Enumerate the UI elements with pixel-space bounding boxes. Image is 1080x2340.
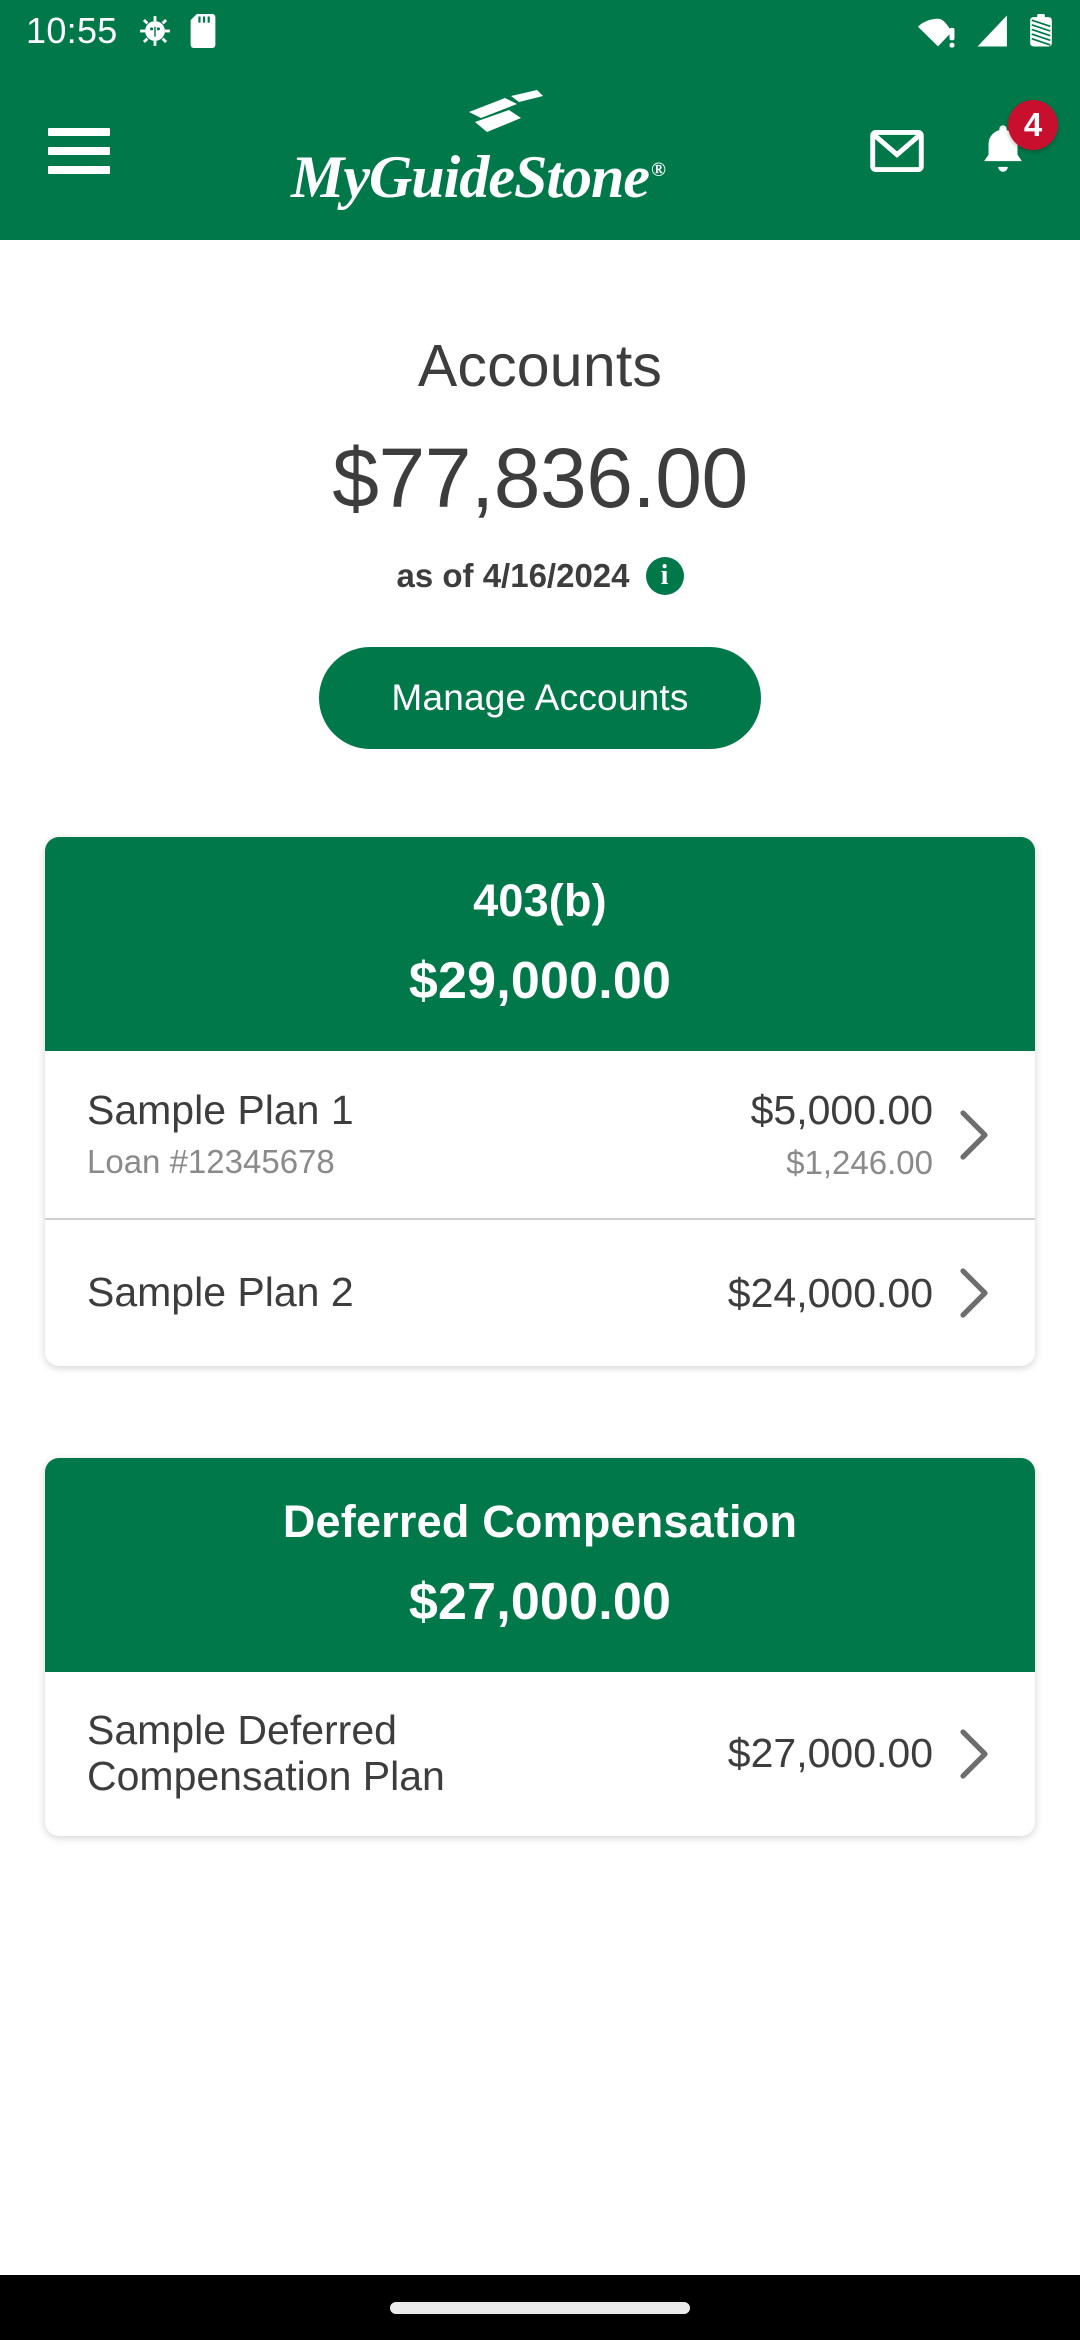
total-balance: $77,836.00 [332, 431, 748, 525]
status-bar-right-icons [918, 14, 1054, 48]
status-bar-clock: 10:55 [26, 10, 118, 51]
info-icon[interactable]: i [645, 557, 684, 595]
account-group-plan-list: Sample Plan 1 Loan #12345678 $5,000.00 $… [45, 1051, 1035, 1366]
account-group-title: 403(b) [473, 875, 607, 926]
account-group-title: Deferred Compensation [282, 1496, 798, 1547]
mail-icon[interactable] [866, 120, 928, 182]
account-group-card: Deferred Compensation $27,000.00 Sample … [45, 1458, 1035, 1836]
plan-balance: $5,000.00 [750, 1087, 933, 1133]
plan-row-labels: Sample Plan 2 [87, 1269, 354, 1316]
chevron-right-icon[interactable] [957, 1726, 993, 1782]
as-of-label: as of 4/16/2024 [396, 557, 630, 594]
chevron-right-icon[interactable] [957, 1107, 993, 1163]
plan-row[interactable]: Sample Plan 2 $24,000.00 [45, 1218, 1035, 1366]
sd-card-icon [190, 14, 216, 48]
account-group-amount: $27,000.00 [408, 1573, 672, 1631]
guidestone-stones-logo [413, 90, 543, 149]
notification-badge: 4 [1008, 99, 1058, 150]
registered-mark: ® [651, 159, 666, 181]
manage-accounts-button[interactable]: Manage Accounts [319, 647, 761, 749]
app-bar-actions: 4 [866, 99, 1058, 185]
plan-amount-stack: $24,000.00 [728, 1270, 933, 1317]
plan-row[interactable]: Sample Plan 1 Loan #12345678 $5,000.00 $… [45, 1051, 1035, 1218]
plan-name: Sample Plan 2 [87, 1269, 354, 1316]
as-of-row: as of 4/16/2024 i [0, 557, 1080, 595]
plan-row-values: $5,000.00 $1,246.00 [751, 1087, 993, 1182]
plan-row-values: $24,000.00 [728, 1265, 993, 1321]
android-debug-icon [138, 14, 172, 48]
home-indicator-pill[interactable] [390, 2301, 690, 2314]
plan-amount-stack: $27,000.00 [728, 1730, 933, 1777]
wifi-warning-icon [918, 14, 958, 48]
notifications-button[interactable]: 4 [974, 99, 1058, 185]
plan-name: Sample Deferred Compensation Plan [87, 1707, 445, 1799]
chevron-right-icon[interactable] [957, 1265, 993, 1321]
account-group-amount: $29,000.00 [408, 952, 672, 1010]
account-group-card: 403(b) $29,000.00 Sample Plan 1 Loan #12… [45, 837, 1035, 1366]
plan-row-labels: Sample Plan 1 Loan #12345678 [87, 1086, 354, 1182]
account-group-plan-list: Sample Deferred Compensation Plan $27,00… [45, 1672, 1035, 1836]
plan-balance: $27,000.00 [727, 1730, 933, 1777]
brand-logo[interactable]: MyGuideStone ® [100, 90, 856, 212]
main-content: Accounts $77,836.00 as of 4/16/2024 i Ma… [0, 240, 1080, 2275]
cellular-signal-icon [976, 14, 1010, 48]
plan-name: Sample Plan 1 [87, 1086, 354, 1133]
account-group-header: 403(b) $29,000.00 [45, 837, 1035, 1051]
plan-row[interactable]: Sample Deferred Compensation Plan $27,00… [45, 1672, 1035, 1836]
status-bar-left-icons [138, 14, 216, 48]
plan-row-labels: Sample Deferred Compensation Plan [87, 1707, 607, 1800]
manage-accounts-row: Manage Accounts [0, 647, 1080, 749]
app-screen: 10:55 MyGuideStone ® 4 Accounts $77,836.… [0, 0, 1080, 2340]
brand-name: MyGuideStone ® [291, 144, 666, 210]
account-group-header: Deferred Compensation $27,000.00 [45, 1458, 1035, 1672]
page-title: Accounts [417, 333, 663, 399]
plan-loan-balance: $1,246.00 [786, 1144, 933, 1181]
app-bar: MyGuideStone ® 4 [0, 62, 1080, 240]
system-gesture-nav [0, 2275, 1080, 2340]
battery-icon [1028, 14, 1054, 48]
status-bar: 10:55 [0, 0, 1080, 62]
plan-loan-number: Loan #12345678 [87, 1143, 335, 1181]
plan-row-values: $27,000.00 [728, 1726, 993, 1782]
account-cards: 403(b) $29,000.00 Sample Plan 1 Loan #12… [0, 837, 1080, 1836]
plan-balance: $24,000.00 [727, 1269, 933, 1316]
plan-amount-stack: $5,000.00 $1,246.00 [751, 1087, 933, 1182]
